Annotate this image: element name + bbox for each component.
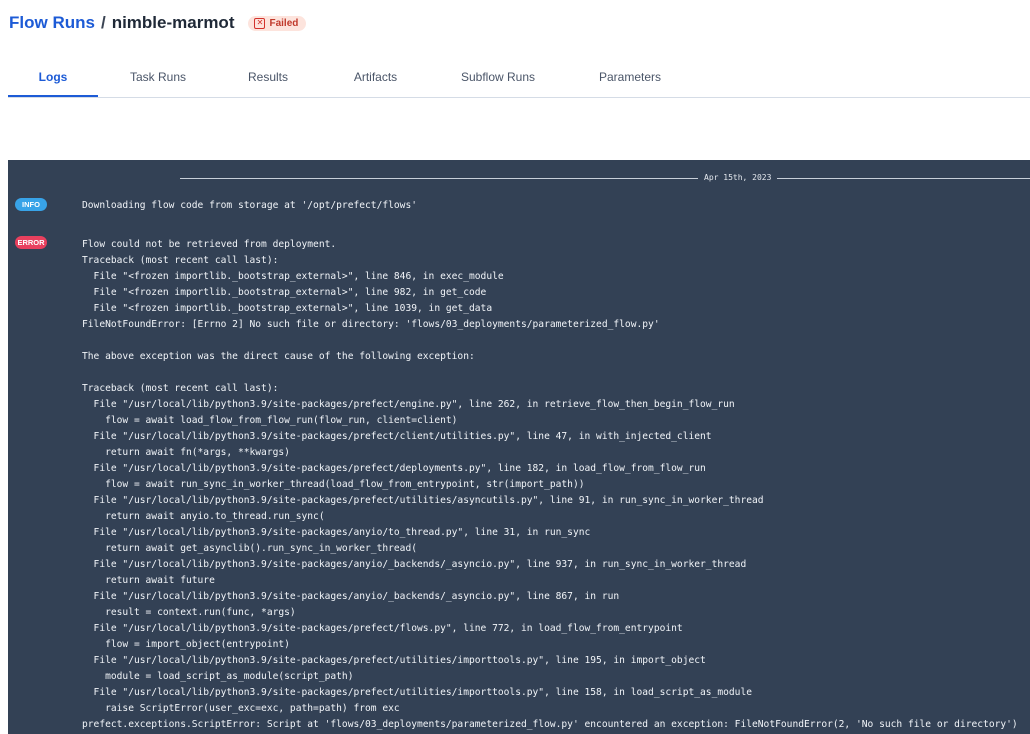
logs-panel[interactable]: Apr 15th, 2023 INFO Downloading flow cod… <box>8 160 1030 734</box>
status-label: Failed <box>269 17 299 29</box>
tab-subflow-runs[interactable]: Subflow Runs <box>448 58 548 96</box>
tab-results[interactable]: Results <box>233 58 303 96</box>
log-level-badge-error: ERROR <box>15 236 47 249</box>
log-message-info: Downloading flow code from storage at '/… <box>82 200 418 211</box>
flow-run-name: nimble-marmot <box>111 13 235 32</box>
page-header: Flow Runs / nimble-marmot ✕ Failed <box>9 13 307 33</box>
tab-parameters[interactable]: Parameters <box>586 58 674 96</box>
tab-bar: Logs Task Runs Results Artifacts Subflow… <box>8 58 1030 98</box>
log-message-error: Flow could not be retrieved from deploym… <box>82 239 1018 730</box>
x-square-icon: ✕ <box>254 17 266 29</box>
log-level-badge-info: INFO <box>15 198 47 211</box>
tab-task-runs[interactable]: Task Runs <box>118 58 198 96</box>
date-label: Apr 15th, 2023 <box>698 173 778 182</box>
tab-logs[interactable]: Logs <box>8 58 98 97</box>
breadcrumb-separator: / <box>100 13 106 32</box>
date-divider <box>180 178 1030 179</box>
breadcrumb-flow-runs-link[interactable]: Flow Runs <box>9 13 95 33</box>
status-badge: ✕ Failed <box>248 15 307 31</box>
tab-artifacts[interactable]: Artifacts <box>338 58 413 96</box>
